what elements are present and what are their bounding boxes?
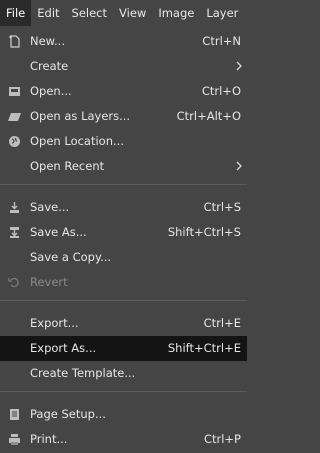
shortcut-label: Ctrl+O bbox=[201, 84, 241, 98]
menu-bar: File Edit Select View Image Layer Co bbox=[0, 0, 247, 26]
revert-icon bbox=[8, 276, 21, 289]
save-icon bbox=[8, 201, 21, 214]
menu-item-label: Create Template... bbox=[30, 366, 136, 380]
shortcut-label: Ctrl+Alt+O bbox=[176, 109, 241, 123]
menubar-image[interactable]: Image bbox=[152, 0, 200, 26]
menu-item-save-a-copy[interactable]: Save a Copy... bbox=[0, 245, 247, 270]
menu-item-label: New... bbox=[30, 34, 65, 48]
open-layers-icon bbox=[8, 110, 21, 123]
file-menu: New... Ctrl+N Create Open... Ctrl+O Open… bbox=[0, 26, 247, 453]
menu-item-label: Export As... bbox=[30, 341, 97, 355]
shortcut-label: Shift+Ctrl+S bbox=[167, 225, 241, 239]
menu-item-label: Page Setup... bbox=[30, 407, 106, 421]
menu-item-open[interactable]: Open... Ctrl+O bbox=[0, 79, 247, 104]
menu-item-export[interactable]: Export... Ctrl+E bbox=[0, 311, 247, 336]
menu-separator bbox=[0, 391, 247, 392]
menu-item-label: Export... bbox=[30, 316, 79, 330]
shortcut-label: Ctrl+S bbox=[203, 200, 241, 214]
shortcut-label: Shift+Ctrl+E bbox=[167, 341, 241, 355]
save-as-icon bbox=[8, 226, 21, 239]
menu-item-revert: Revert bbox=[0, 270, 247, 295]
shortcut-label: Ctrl+P bbox=[203, 432, 241, 446]
menu-item-save[interactable]: Save... Ctrl+S bbox=[0, 195, 247, 220]
menu-item-open-location[interactable]: Open Location... bbox=[0, 129, 247, 154]
menu-item-label: Open Recent bbox=[30, 159, 105, 173]
menu-item-open-recent[interactable]: Open Recent bbox=[0, 154, 247, 179]
menu-item-create-template[interactable]: Create Template... bbox=[0, 361, 247, 386]
chevron-right-icon bbox=[235, 158, 243, 174]
menu-item-label: Save... bbox=[30, 200, 70, 214]
menubar-select[interactable]: Select bbox=[66, 0, 113, 26]
menu-item-label: Save As... bbox=[30, 225, 87, 239]
menubar-colors[interactable]: Co bbox=[244, 0, 247, 26]
menu-item-export-as[interactable]: Export As... Shift+Ctrl+E bbox=[0, 336, 247, 361]
menubar-edit[interactable]: Edit bbox=[31, 0, 65, 26]
menu-separator bbox=[0, 300, 247, 301]
menu-item-label: Open... bbox=[30, 84, 72, 98]
open-icon bbox=[8, 85, 21, 98]
menu-item-label: Revert bbox=[30, 275, 68, 289]
shortcut-label: Ctrl+E bbox=[203, 316, 241, 330]
menu-item-print[interactable]: Print... Ctrl+P bbox=[0, 427, 247, 452]
chevron-right-icon bbox=[235, 58, 243, 74]
menu-item-page-setup[interactable]: Page Setup... bbox=[0, 402, 247, 427]
shortcut-label: Ctrl+N bbox=[202, 34, 241, 48]
menu-item-label: Print... bbox=[30, 432, 68, 446]
globe-icon bbox=[8, 135, 21, 148]
menu-item-new[interactable]: New... Ctrl+N bbox=[0, 29, 247, 54]
menu-item-save-as[interactable]: Save As... Shift+Ctrl+S bbox=[0, 220, 247, 245]
menu-item-create[interactable]: Create bbox=[0, 54, 247, 79]
menu-item-open-as-layers[interactable]: Open as Layers... Ctrl+Alt+O bbox=[0, 104, 247, 129]
menubar-file[interactable]: File bbox=[0, 0, 32, 26]
menu-item-label: Open Location... bbox=[30, 134, 124, 148]
menu-separator bbox=[0, 184, 247, 185]
print-icon bbox=[8, 433, 21, 446]
menubar-layer[interactable]: Layer bbox=[200, 0, 244, 26]
menu-item-label: Save a Copy... bbox=[30, 250, 112, 264]
page-setup-icon bbox=[8, 408, 21, 421]
menu-item-label: Create bbox=[30, 59, 69, 73]
new-file-icon bbox=[8, 35, 21, 48]
menu-item-label: Open as Layers... bbox=[30, 109, 131, 123]
menubar-view[interactable]: View bbox=[113, 0, 152, 26]
